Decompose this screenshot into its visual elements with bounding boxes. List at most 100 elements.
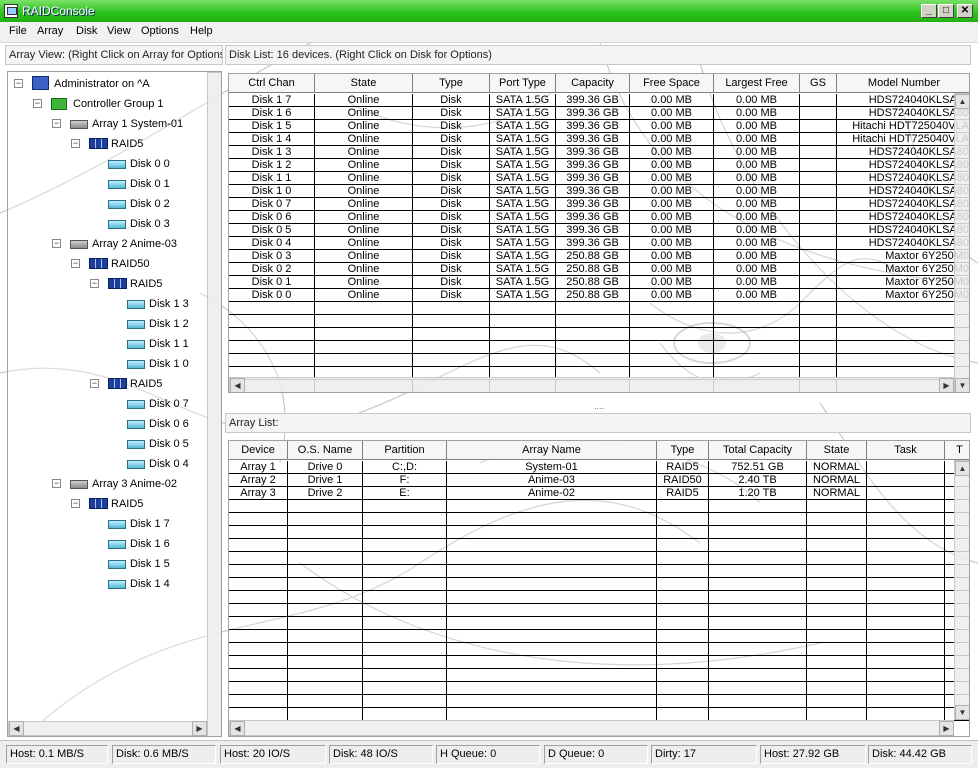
disk-list-vertical-scrollbar[interactable]: ▲ ▼ (954, 93, 969, 392)
array-list-vertical-scrollbar[interactable]: ▲ ▼ (954, 460, 969, 720)
disk-list-table[interactable]: Ctrl Chan State Type Port Type Capacity Free … (228, 73, 970, 393)
scroll-down-icon[interactable]: ▼ (955, 705, 969, 720)
scroll-right-icon[interactable]: ▶ (939, 721, 954, 736)
tree-node-disk[interactable]: Disk 0 3 (8, 215, 203, 233)
column-header[interactable]: State (807, 441, 867, 460)
tree-node-controller[interactable]: − Controller Group 1 (8, 95, 203, 113)
table-row[interactable]: Disk 0 4 Online Disk SATA 1.5G 399.36 GB 0.00… (229, 237, 969, 250)
tree-node-disk[interactable]: Disk 0 1 (8, 175, 203, 193)
tree-node-disk[interactable]: Disk 0 5 (8, 435, 203, 453)
table-row[interactable]: Disk 0 1 Online Disk SATA 1.5G 250.88 GB 0.00… (229, 276, 969, 289)
collapse-toggle-icon[interactable]: − (52, 119, 61, 128)
table-row[interactable]: Disk 1 4 Online Disk SATA 1.5G 399.36 GB 0.00… (229, 133, 969, 146)
table-row[interactable]: Disk 0 7 Online Disk SATA 1.5G 399.36 GB 0.00… (229, 198, 969, 211)
column-header[interactable]: Ctrl Chan (229, 74, 315, 93)
menu-file[interactable]: File (9, 25, 27, 37)
panel-splitter[interactable]: .... (228, 402, 970, 413)
collapse-toggle-icon[interactable]: − (71, 259, 80, 268)
tree-node-raid-subset[interactable]: − RAID5 (8, 375, 203, 393)
column-header[interactable]: Task (867, 441, 945, 460)
table-row[interactable]: Disk 0 0 Online Disk SATA 1.5G 250.88 GB 0.00… (229, 289, 969, 302)
tree-node-disk[interactable]: Disk 0 7 (8, 395, 203, 413)
tree-node-disk[interactable]: Disk 0 0 (8, 155, 203, 173)
tree-node-disk[interactable]: Disk 1 7 (8, 515, 203, 533)
tree-node-raid[interactable]: − RAID50 (8, 255, 203, 273)
tree-node-disk[interactable]: Disk 1 5 (8, 555, 203, 573)
scroll-right-icon[interactable]: ▶ (939, 378, 954, 392)
collapse-toggle-icon[interactable]: − (71, 499, 80, 508)
scroll-left-icon[interactable]: ◀ (9, 721, 24, 736)
tree-node-disk[interactable]: Disk 1 0 (8, 355, 203, 373)
table-row[interactable]: Disk 0 3 Online Disk SATA 1.5G 250.88 GB 0.00… (229, 250, 969, 263)
tree-node-disk[interactable]: Disk 0 4 (8, 455, 203, 473)
table-row[interactable]: Disk 1 3 Online Disk SATA 1.5G 399.36 GB 0.00… (229, 146, 969, 159)
scroll-down-icon[interactable]: ▼ (955, 378, 969, 392)
collapse-toggle-icon[interactable]: − (14, 79, 23, 88)
tree-node-disk[interactable]: Disk 1 1 (8, 335, 203, 353)
tree-node-disk[interactable]: Disk 1 2 (8, 315, 203, 333)
scroll-left-icon[interactable]: ◀ (230, 378, 245, 392)
column-header[interactable]: Model Number (837, 74, 969, 93)
column-header[interactable]: Device (229, 441, 288, 460)
menu-options[interactable]: Options (141, 25, 179, 37)
table-row[interactable]: Disk 1 2 Online Disk SATA 1.5G 399.36 GB 0.00… (229, 159, 969, 172)
disk-list-horizontal-scrollbar[interactable]: ◀ ▶ (229, 377, 954, 392)
scroll-up-icon[interactable]: ▲ (955, 461, 969, 476)
column-header[interactable]: Capacity (556, 74, 630, 93)
array-tree-view[interactable]: − Administrator on ^A − Controller Group 1−… (7, 71, 222, 737)
minimize-button[interactable]: _ (921, 4, 937, 18)
scroll-left-icon[interactable]: ◀ (230, 721, 245, 736)
maximize-button[interactable]: □ (938, 4, 954, 18)
collapse-toggle-icon[interactable]: − (90, 379, 99, 388)
table-row[interactable]: Disk 0 5 Online Disk SATA 1.5G 399.36 GB 0.00… (229, 224, 969, 237)
tree-node-raid[interactable]: − RAID5 (8, 495, 203, 513)
scroll-up-icon[interactable]: ▲ (955, 94, 969, 109)
menu-disk[interactable]: Disk (76, 25, 97, 37)
tree-node-array[interactable]: − Array 1 System-01 (8, 115, 203, 133)
collapse-toggle-icon[interactable]: − (52, 479, 61, 488)
menu-array[interactable]: Array (37, 25, 63, 37)
column-header[interactable]: O.S. Name (288, 441, 363, 460)
collapse-toggle-icon[interactable]: − (90, 279, 99, 288)
column-header[interactable]: Type (657, 441, 709, 460)
column-header[interactable]: Array Name (447, 441, 657, 460)
table-row[interactable]: Disk 0 6 Online Disk SATA 1.5G 399.36 GB 0.00… (229, 211, 969, 224)
menu-help[interactable]: Help (190, 25, 213, 37)
column-header[interactable]: Port Type (490, 74, 556, 93)
table-row[interactable]: Array 2 Drive 1 F: Anime-03 RAID50 2.40 TB NOR… (229, 474, 969, 487)
column-header[interactable]: Type (413, 74, 490, 93)
tree-node-raid-subset[interactable]: − RAID5 (8, 275, 203, 293)
table-row[interactable]: Array 1 Drive 0 C:,D: System-01 RAID5 752.51 … (229, 461, 969, 474)
column-header[interactable]: Partition (363, 441, 447, 460)
tree-node-disk[interactable]: Disk 1 4 (8, 575, 203, 593)
column-header[interactable]: GS (800, 74, 837, 93)
table-row[interactable]: Disk 1 6 Online Disk SATA 1.5G 399.36 GB 0.00… (229, 107, 969, 120)
tree-node-disk[interactable]: Disk 0 6 (8, 415, 203, 433)
scroll-right-icon[interactable]: ▶ (192, 721, 207, 736)
table-row[interactable]: Disk 0 2 Online Disk SATA 1.5G 250.88 GB 0.00… (229, 263, 969, 276)
menu-view[interactable]: View (107, 25, 131, 37)
tree-horizontal-scrollbar[interactable]: ◀ ▶ (8, 721, 207, 736)
collapse-toggle-icon[interactable]: − (71, 139, 80, 148)
close-button[interactable]: ✕ (957, 4, 973, 18)
table-row[interactable]: Disk 1 0 Online Disk SATA 1.5G 399.36 GB 0.00… (229, 185, 969, 198)
tree-node-raid[interactable]: − RAID5 (8, 135, 203, 153)
table-row[interactable]: Disk 1 7 Online Disk SATA 1.5G 399.36 GB 0.00… (229, 94, 969, 107)
array-list-table[interactable]: Device O.S. Name Partition Array Name Type To… (228, 440, 970, 737)
column-header[interactable]: T (945, 441, 969, 460)
tree-node-array[interactable]: − Array 2 Anime-03 (8, 235, 203, 253)
tree-node-disk[interactable]: Disk 1 3 (8, 295, 203, 313)
column-header[interactable]: Total Capacity (709, 441, 807, 460)
tree-node-array[interactable]: − Array 3 Anime-02 (8, 475, 203, 493)
table-row[interactable]: Disk 1 1 Online Disk SATA 1.5G 399.36 GB 0.00… (229, 172, 969, 185)
tree-node-disk[interactable]: Disk 1 6 (8, 535, 203, 553)
collapse-toggle-icon[interactable]: − (52, 239, 61, 248)
column-header[interactable]: Free Space (630, 74, 714, 93)
tree-node-host[interactable]: − Administrator on ^A (8, 75, 203, 93)
table-row[interactable]: Array 3 Drive 2 E: Anime-02 RAID5 1.20 TB NORM… (229, 487, 969, 500)
collapse-toggle-icon[interactable]: − (33, 99, 42, 108)
table-row[interactable]: Disk 1 5 Online Disk SATA 1.5G 399.36 GB 0.00… (229, 120, 969, 133)
column-header[interactable]: State (315, 74, 413, 93)
array-list-horizontal-scrollbar[interactable]: ◀ ▶ (229, 720, 954, 736)
tree-node-disk[interactable]: Disk 0 2 (8, 195, 203, 213)
